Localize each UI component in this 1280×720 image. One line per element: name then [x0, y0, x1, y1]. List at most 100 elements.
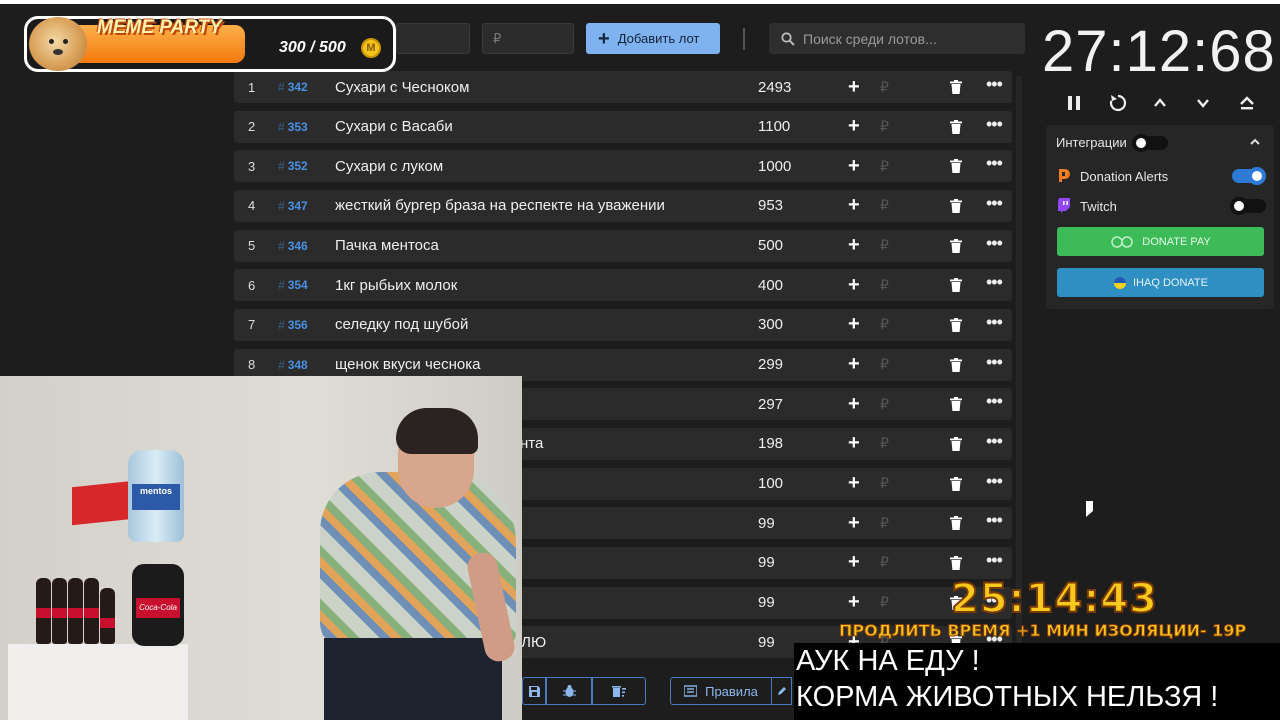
- add-amount-button[interactable]: +: [848, 432, 860, 455]
- chevron-up-icon[interactable]: [1153, 97, 1167, 109]
- trash-icon[interactable]: [950, 238, 962, 253]
- trash-icon[interactable]: [950, 436, 962, 451]
- trash-icon[interactable]: [950, 476, 962, 491]
- add-amount-button[interactable]: +: [848, 274, 860, 297]
- ruble-input[interactable]: ₽: [880, 475, 889, 492]
- donate-pay-icon: [1111, 235, 1134, 248]
- add-amount-button[interactable]: +: [848, 512, 860, 535]
- lot-row: 3 #352 Сухари с луком 1000 + ₽ •••: [234, 150, 1012, 183]
- more-options-icon[interactable]: •••: [986, 352, 1003, 373]
- trash-icon[interactable]: [950, 357, 962, 372]
- lot-name[interactable]: Пачка ментоса: [335, 237, 439, 254]
- bug-report-button[interactable]: [546, 677, 592, 705]
- hash-icon: #: [278, 198, 285, 213]
- add-amount-button[interactable]: +: [848, 115, 860, 138]
- lot-name[interactable]: Сухари с Васаби: [335, 118, 453, 135]
- clear-lots-button[interactable]: [592, 677, 646, 705]
- bug-icon: [562, 685, 576, 697]
- more-options-icon[interactable]: •••: [986, 391, 1003, 412]
- ihaq-donate-button[interactable]: IHAQ DONATE: [1057, 268, 1264, 297]
- ruble-input[interactable]: ₽: [880, 515, 889, 532]
- lot-amount: 2493: [758, 78, 792, 96]
- twitch-toggle[interactable]: [1230, 197, 1266, 215]
- add-amount-button[interactable]: +: [848, 393, 860, 416]
- more-options-icon[interactable]: •••: [986, 114, 1003, 135]
- trash-icon[interactable]: [950, 317, 962, 332]
- add-amount-button[interactable]: +: [848, 194, 860, 217]
- ruble-input[interactable]: ₽: [880, 79, 889, 96]
- lot-id-value: 356: [287, 317, 308, 332]
- add-amount-button[interactable]: +: [848, 76, 860, 99]
- lot-name[interactable]: Сухари с луком: [335, 158, 443, 175]
- more-options-icon[interactable]: •••: [986, 193, 1003, 214]
- ruble-input[interactable]: ₽: [880, 316, 889, 333]
- add-amount-button[interactable]: +: [848, 353, 860, 376]
- more-options-icon[interactable]: •••: [986, 74, 1003, 95]
- mouse-cursor-icon: [1086, 501, 1093, 517]
- ruble-input[interactable]: ₽: [880, 277, 889, 294]
- add-amount-button[interactable]: +: [848, 155, 860, 178]
- top-border: [0, 0, 1280, 4]
- reset-icon[interactable]: [1108, 93, 1128, 113]
- ruble-input[interactable]: ₽: [880, 356, 889, 373]
- add-amount-button[interactable]: +: [848, 234, 860, 257]
- lot-amount: 1100: [758, 118, 791, 136]
- lot-id: #356: [278, 318, 308, 332]
- lot-name[interactable]: Сухари с Чесноком: [335, 79, 469, 96]
- rules-button[interactable]: Правила: [670, 677, 772, 705]
- lot-id-value: 353: [287, 119, 308, 134]
- meme-party-goal-widget: MEME PARTY 300 / 500 M: [24, 16, 396, 72]
- add-amount-button[interactable]: +: [848, 551, 860, 574]
- add-amount-button[interactable]: +: [848, 313, 860, 336]
- lot-name[interactable]: 1кг рыбьих молок: [335, 277, 457, 294]
- more-options-icon[interactable]: •••: [986, 272, 1003, 293]
- collapse-icon[interactable]: [1239, 95, 1255, 111]
- add-amount-button[interactable]: +: [848, 591, 860, 614]
- lot-amount-input[interactable]: ₽: [482, 23, 574, 54]
- search-placeholder: Поиск среди лотов...: [803, 30, 937, 47]
- hash-icon: #: [278, 278, 285, 293]
- lot-name[interactable]: щенок вкуси чеснока: [335, 356, 480, 373]
- search-input[interactable]: Поиск среди лотов...: [769, 23, 1025, 54]
- pause-icon[interactable]: [1066, 95, 1082, 111]
- trash-icon[interactable]: [950, 80, 962, 94]
- auction-timer: 27:12:68: [1042, 19, 1276, 84]
- ruble-input[interactable]: ₽: [880, 396, 889, 413]
- ruble-input[interactable]: ₽: [880, 158, 889, 175]
- more-options-icon[interactable]: •••: [986, 233, 1003, 254]
- lot-name[interactable]: жесткий бургер браза на респекте на уваж…: [335, 197, 665, 214]
- donation-alerts-toggle[interactable]: [1232, 167, 1266, 185]
- more-options-icon[interactable]: •••: [986, 510, 1003, 531]
- more-options-icon[interactable]: •••: [986, 431, 1003, 452]
- more-options-icon[interactable]: •••: [986, 312, 1003, 333]
- ruble-input[interactable]: ₽: [880, 554, 889, 571]
- edit-rules-button[interactable]: [772, 677, 792, 705]
- add-amount-button[interactable]: +: [848, 472, 860, 495]
- donate-pay-button[interactable]: DONATE PAY: [1057, 227, 1264, 256]
- ruble-input[interactable]: ₽: [880, 435, 889, 452]
- trash-icon[interactable]: [950, 198, 962, 213]
- integrations-toggle[interactable]: [1132, 134, 1168, 152]
- ruble-input[interactable]: ₽: [880, 594, 889, 611]
- ruble-input[interactable]: ₽: [880, 237, 889, 254]
- trash-icon[interactable]: [950, 397, 962, 412]
- ruble-input[interactable]: ₽: [880, 197, 889, 214]
- add-lot-button[interactable]: + Добавить лот: [586, 23, 720, 54]
- ruble-input[interactable]: ₽: [880, 118, 889, 135]
- chevron-down-icon[interactable]: [1196, 97, 1210, 109]
- meme-party-title: MEME PARTY: [97, 17, 222, 38]
- trash-icon[interactable]: [950, 278, 962, 293]
- trash-icon[interactable]: [950, 119, 962, 134]
- delete-sweep-icon: [612, 686, 626, 697]
- more-options-icon[interactable]: •••: [986, 471, 1003, 492]
- save-button[interactable]: [522, 677, 546, 705]
- more-options-icon[interactable]: •••: [986, 153, 1003, 174]
- twitch-label: Twitch: [1080, 199, 1117, 214]
- trash-icon[interactable]: [950, 555, 962, 570]
- more-options-icon[interactable]: •••: [986, 550, 1003, 571]
- trash-icon[interactable]: [950, 159, 962, 174]
- lot-name[interactable]: селедку под шубой: [335, 316, 468, 333]
- chevron-up-icon[interactable]: [1249, 137, 1261, 147]
- lot-name-input[interactable]: [396, 23, 470, 54]
- trash-icon[interactable]: [950, 516, 962, 531]
